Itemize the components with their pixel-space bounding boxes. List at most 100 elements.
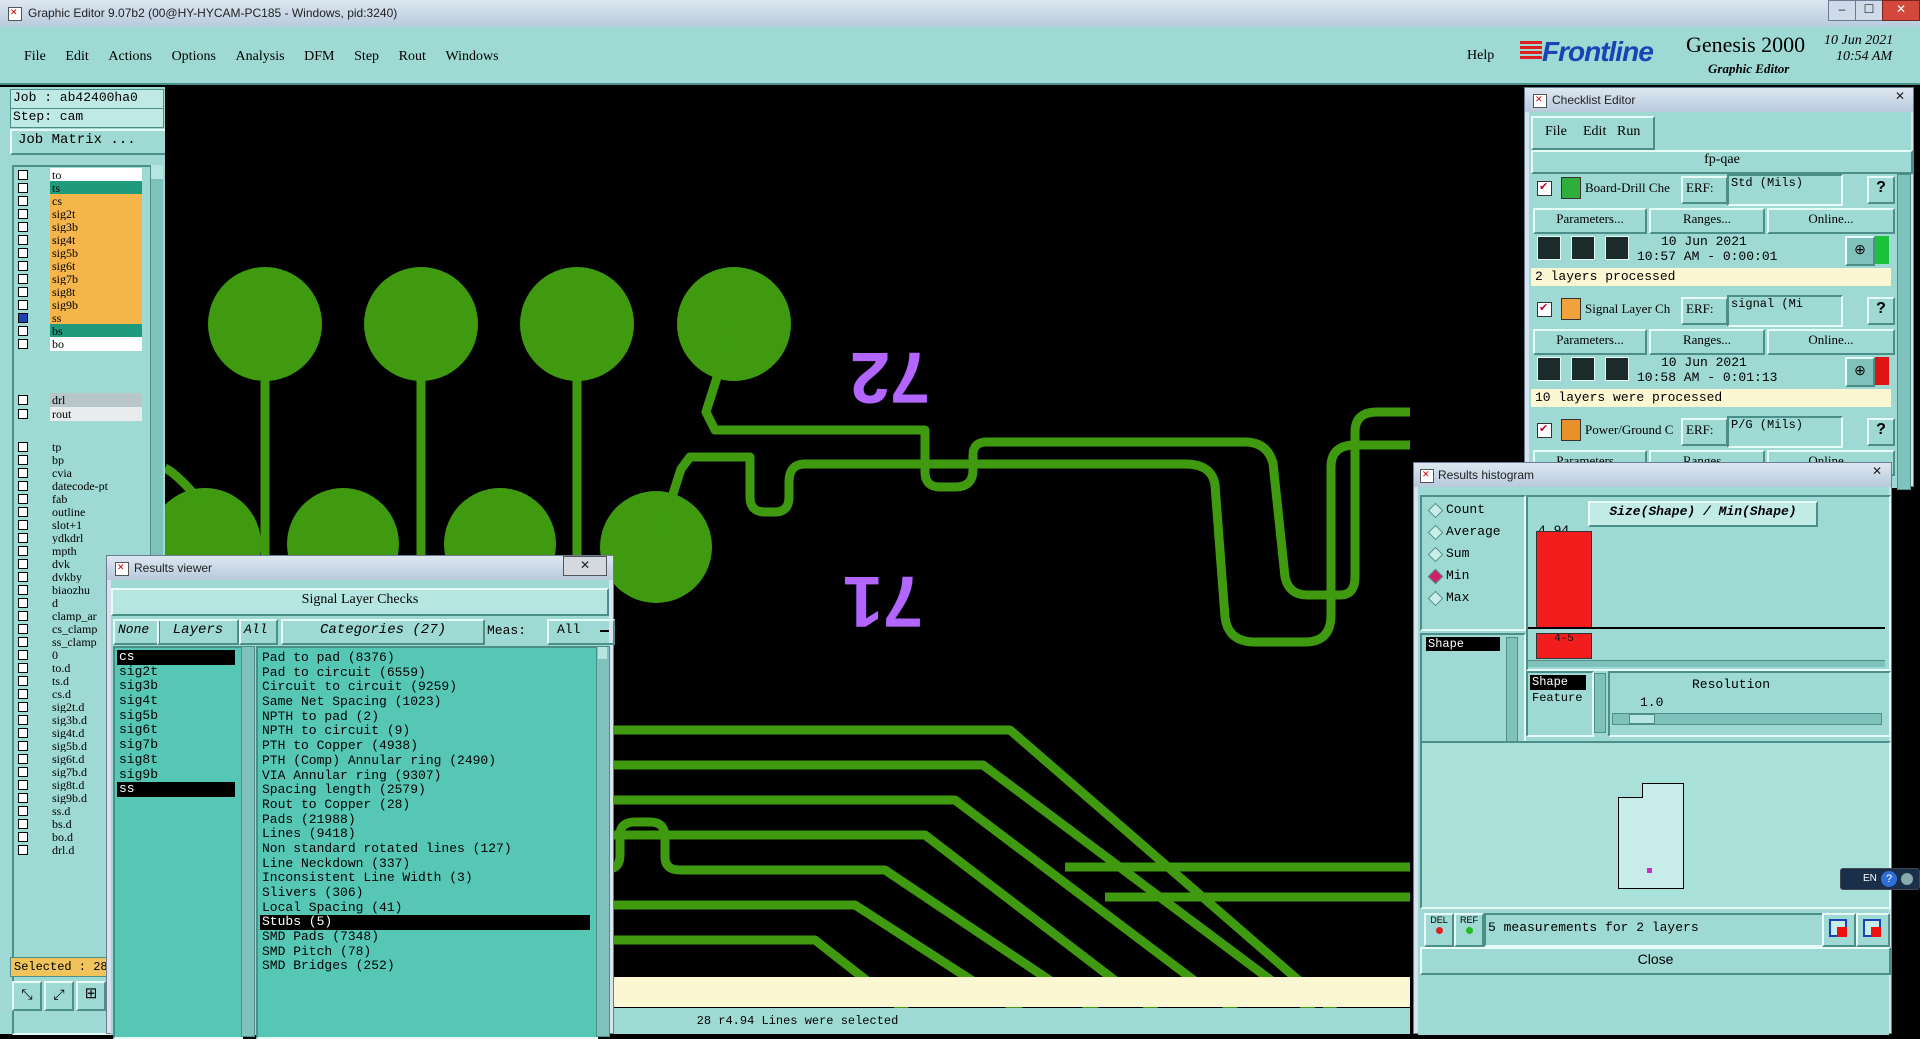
checklist-menu-run[interactable]: Run	[1617, 124, 1640, 140]
sort-item-shape[interactable]: Shape	[1530, 675, 1586, 690]
layer-checkbox[interactable]	[18, 637, 28, 647]
layer-checkbox[interactable]	[18, 222, 28, 232]
layer-checkbox[interactable]	[18, 313, 28, 323]
histogram-del-button[interactable]: DEL	[1424, 913, 1454, 947]
layer-checkbox[interactable]	[18, 170, 28, 180]
layers-button[interactable]: Layers	[157, 619, 239, 645]
radio-diamond-icon[interactable]	[1427, 590, 1444, 607]
result-layer-sig3b[interactable]: sig3b	[117, 679, 235, 694]
layer-checkbox[interactable]	[18, 793, 28, 803]
category-item[interactable]: NPTH to circuit (9)	[260, 724, 590, 739]
ime-help-icon[interactable]: ?	[1881, 871, 1897, 887]
check-help-button[interactable]: ?	[1867, 297, 1895, 325]
layer-checkbox[interactable]	[18, 728, 28, 738]
ime-language[interactable]: EN	[1863, 873, 1877, 884]
layer-checkbox[interactable]	[18, 300, 28, 310]
layer-checkbox[interactable]	[18, 715, 28, 725]
ranges-button[interactable]: Ranges...	[1649, 208, 1765, 234]
category-item[interactable]: VIA Annular ring (9307)	[260, 768, 590, 784]
category-item[interactable]: Pad to pad (8376)	[260, 650, 590, 666]
layer-checkbox[interactable]	[18, 546, 28, 556]
menu-dfm[interactable]: DFM	[304, 49, 334, 64]
erf-button[interactable]: ERF:	[1681, 418, 1728, 446]
result-layer-sig7b[interactable]: sig7b	[117, 737, 235, 753]
layer-checkbox[interactable]	[18, 572, 28, 582]
layer-checkbox[interactable]	[18, 780, 28, 790]
online-button[interactable]: Online...	[1767, 208, 1895, 234]
meas-dropdown[interactable]: All	[547, 619, 615, 645]
result-layer-sig6t[interactable]: sig6t	[117, 723, 235, 738]
category-item[interactable]: Inconsistent Line Width (3)	[260, 871, 590, 886]
zoom-results-icon[interactable]: ⊕	[1845, 236, 1875, 266]
categories-button[interactable]: Categories (27)	[281, 619, 485, 645]
ranges-button[interactable]: Ranges...	[1649, 329, 1765, 355]
category-item[interactable]: Stubs (5)	[260, 915, 590, 931]
menu-analysis[interactable]: Analysis	[236, 49, 285, 64]
histogram-ref-button[interactable]: REF	[1454, 913, 1484, 947]
category-item[interactable]: Lines (9418)	[260, 827, 590, 842]
layer-checkbox[interactable]	[18, 339, 28, 349]
category-item[interactable]: Circuit to circuit (9259)	[260, 680, 590, 695]
group-list-scrollbar[interactable]	[1506, 637, 1518, 749]
layer-checkbox[interactable]	[18, 741, 28, 751]
menu-windows[interactable]: Windows	[446, 49, 499, 64]
sort-item-feature[interactable]: Feature	[1530, 691, 1586, 706]
erf-value-field[interactable]: P/G (Mils)	[1727, 416, 1843, 448]
zoom-results-icon[interactable]: ⊕	[1845, 357, 1875, 387]
group-item-shape[interactable]: Shape	[1426, 637, 1500, 651]
menu-help[interactable]: Help	[1467, 48, 1494, 64]
layer-checkbox[interactable]	[18, 611, 28, 621]
layer-checkbox[interactable]	[18, 559, 28, 569]
category-item[interactable]: Line Neckdown (337)	[260, 856, 590, 872]
layer-checkbox[interactable]	[18, 326, 28, 336]
layer-checkbox[interactable]	[18, 689, 28, 699]
category-item[interactable]: Pad to circuit (6559)	[260, 665, 590, 681]
grid-tool-icon[interactable]: ⊞	[76, 981, 106, 1011]
layer-checkbox[interactable]	[18, 183, 28, 193]
layer-checkbox[interactable]	[18, 442, 28, 452]
category-item[interactable]: Pads (21988)	[260, 812, 590, 828]
check-help-button[interactable]: ?	[1867, 418, 1895, 446]
checklist-menu-file[interactable]: File	[1545, 124, 1567, 140]
checklist-menu-edit[interactable]: Edit	[1583, 124, 1606, 140]
menu-actions[interactable]: Actions	[108, 49, 152, 64]
run-selected-icon[interactable]	[1571, 236, 1595, 260]
layer-checkbox[interactable]	[18, 585, 28, 595]
layer-checkbox[interactable]	[18, 624, 28, 634]
layers-list-scrollbar[interactable]	[241, 646, 255, 1037]
results-viewer-close-button[interactable]: ✕	[563, 556, 607, 576]
layer-row-rout[interactable]: rout	[14, 407, 144, 422]
radio-diamond-icon[interactable]	[1427, 502, 1444, 519]
layer-checkbox[interactable]	[18, 409, 28, 419]
resolution-slider[interactable]	[1612, 713, 1882, 725]
radio-diamond-icon[interactable]	[1427, 546, 1444, 563]
category-item[interactable]: SMD Pads (7348)	[260, 929, 590, 945]
check-help-button[interactable]: ?	[1867, 176, 1895, 204]
erf-button[interactable]: ERF:	[1681, 297, 1728, 325]
layer-checkbox[interactable]	[18, 676, 28, 686]
layer-checkbox[interactable]	[18, 520, 28, 530]
result-layer-sig5b[interactable]: sig5b	[117, 708, 235, 724]
result-layer-sig2t[interactable]: sig2t	[117, 664, 235, 680]
chart-scrollbar[interactable]	[1528, 660, 1885, 667]
run-check-icon[interactable]	[1537, 236, 1561, 260]
category-item[interactable]: Slivers (306)	[260, 885, 590, 901]
result-layer-ss[interactable]: ss	[117, 781, 235, 797]
checklist-scrollbar[interactable]	[1897, 174, 1911, 490]
bar-range-label[interactable]: 4-5	[1536, 633, 1592, 659]
check-enabled-checkbox[interactable]	[1537, 301, 1552, 317]
layer-checkbox[interactable]	[18, 806, 28, 816]
menu-edit[interactable]: Edit	[65, 49, 88, 64]
none-button[interactable]: None	[113, 619, 160, 645]
layer-checkbox[interactable]	[18, 468, 28, 478]
category-item[interactable]: Local Spacing (41)	[260, 900, 590, 916]
layer-checkbox[interactable]	[18, 261, 28, 271]
job-matrix-button[interactable]: Job Matrix ...	[10, 129, 170, 155]
run-all-icon[interactable]	[1605, 357, 1629, 381]
histogram-close-button[interactable]: ✕	[1866, 463, 1888, 481]
layer-checkbox[interactable]	[18, 832, 28, 842]
menu-file[interactable]: File	[24, 49, 46, 64]
layer-checkbox[interactable]	[18, 533, 28, 543]
maximize-button[interactable]: ☐	[1855, 0, 1883, 21]
run-selected-icon[interactable]	[1571, 357, 1595, 381]
